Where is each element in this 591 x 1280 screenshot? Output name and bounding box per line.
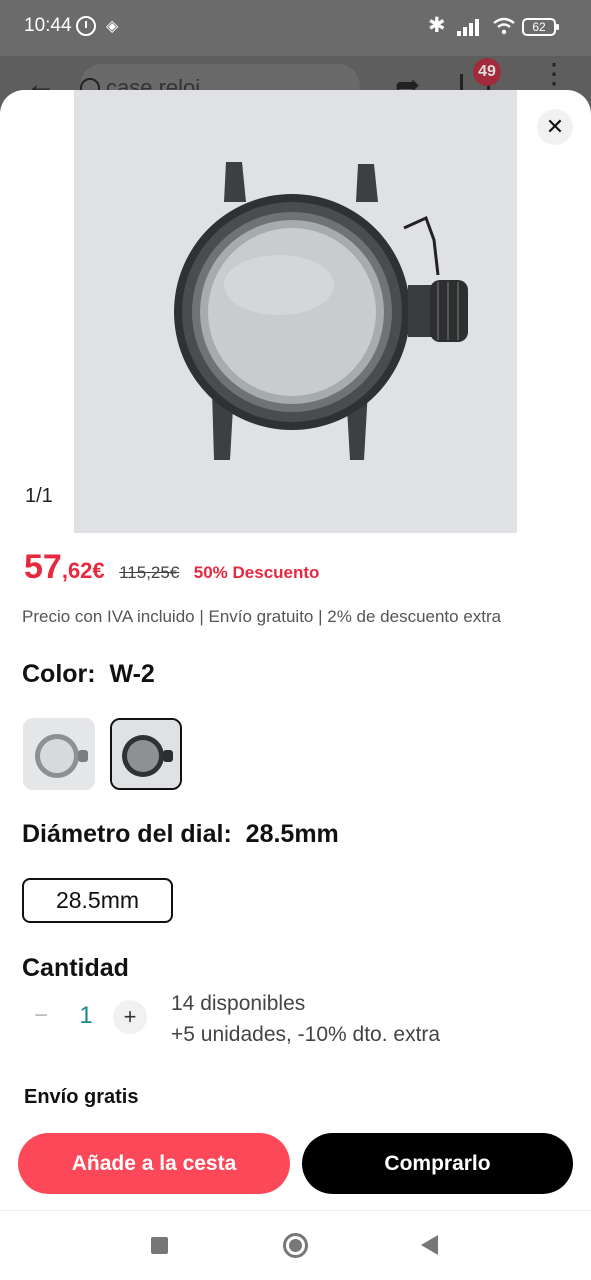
price-row: 57,62€ 115,25€ 50% Descuento	[24, 548, 319, 592]
back-icon[interactable]	[421, 1235, 438, 1255]
quantity-label: Cantidad	[22, 954, 129, 982]
tax-info: Precio con IVA incluido | Envío gratuito…	[22, 607, 502, 626]
color-swatch-black[interactable]	[110, 718, 182, 790]
status-time: 10:44	[24, 15, 72, 36]
dial-option-chip[interactable]: 28.5mm	[22, 878, 173, 923]
buy-now-button[interactable]: Comprarlo	[302, 1133, 573, 1194]
battery-icon: 62	[522, 18, 559, 36]
black-case-thumbnail	[112, 720, 180, 788]
bulk-discount-info: +5 unidades, -10% dto. extra	[171, 1023, 441, 1046]
color-heading: Color: W-2	[22, 660, 155, 689]
cart-count-badge: 49	[473, 58, 501, 86]
close-icon[interactable]: ✕	[537, 109, 573, 145]
dial-heading: Diámetro del dial: 28.5mm	[22, 820, 339, 849]
layers-icon: ◈	[106, 18, 119, 35]
original-price: 115,25€	[119, 563, 180, 582]
shipping-info: Envío gratis	[24, 1086, 139, 1108]
watch-case-photo	[74, 90, 517, 533]
navigation-bar	[0, 1210, 591, 1280]
quantity-increase-button[interactable]: +	[113, 1000, 147, 1034]
silver-case-thumbnail	[23, 718, 95, 790]
color-selected: W-2	[109, 660, 155, 688]
price-decimal: ,62€	[61, 558, 105, 583]
home-icon[interactable]	[283, 1233, 308, 1258]
bluetooth-icon: ✱	[428, 14, 446, 37]
price-integer: 57	[24, 548, 62, 586]
more-options-icon[interactable]: ⋮	[540, 60, 568, 88]
add-to-cart-button[interactable]: Añade a la cesta	[18, 1133, 290, 1194]
status-bar: 10:44 ◈ ✱ 62	[0, 0, 591, 56]
discount-label: 50% Descuento	[193, 563, 320, 582]
alarm-icon	[76, 16, 96, 36]
image-counter: 1/1	[25, 485, 53, 507]
quantity-value[interactable]: 1	[74, 1002, 98, 1030]
quantity-decrease-button[interactable]: −	[24, 1000, 58, 1034]
recents-icon[interactable]	[151, 1237, 168, 1254]
signal-icon	[457, 18, 485, 36]
color-label: Color:	[22, 660, 96, 688]
dial-selected: 28.5mm	[245, 820, 339, 848]
dial-label: Diámetro del dial:	[22, 820, 232, 848]
wifi-icon	[493, 17, 515, 35]
stock-available: 14 disponibles	[171, 992, 306, 1015]
product-options-sheet: 1/1 ✕ 57,62€ 115,25€ 50% Descuento Preci…	[0, 90, 591, 1210]
product-image[interactable]	[74, 90, 517, 533]
color-swatch-silver[interactable]	[23, 718, 95, 790]
